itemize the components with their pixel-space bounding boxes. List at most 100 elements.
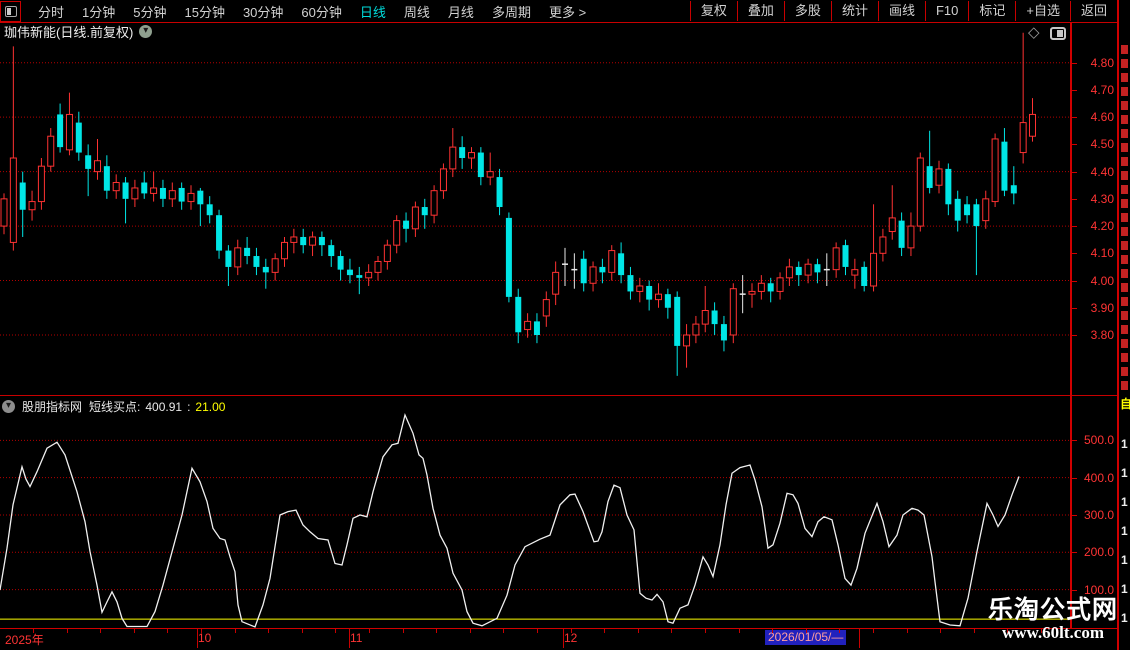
candle: [814, 258, 821, 284]
candle: [290, 228, 298, 254]
period-tab-分时[interactable]: 分时: [29, 2, 73, 21]
indicator-value: 400.91: [145, 399, 183, 414]
candle: [318, 231, 325, 257]
menu-item-标记[interactable]: 标记: [968, 1, 1015, 21]
app-window: 分时 1分钟 5分钟 15分钟 30分钟 60分钟 日线 周线 月线 多周期 更多 > 复权 叠加 多股…: [0, 0, 1130, 650]
watermark: 乐淘公式网 www.60lt.com: [988, 597, 1118, 642]
indicator-label: 100.0: [1083, 582, 1114, 597]
clipped-number: 1: [1121, 437, 1128, 451]
indicator-label: 200.0: [1083, 545, 1114, 560]
candle: [683, 324, 691, 368]
candle: [627, 266, 634, 300]
period-tab-1分钟[interactable]: 1分钟: [73, 2, 124, 21]
candle: [374, 256, 382, 281]
panel-divider: [0, 395, 1117, 396]
menu-item-返回[interactable]: 返回: [1069, 1, 1117, 21]
indicator-separator: :: [187, 399, 191, 414]
diamond-icon[interactable]: ◇: [1028, 25, 1040, 40]
candle: [486, 152, 494, 186]
candle: [926, 130, 933, 194]
candle: [439, 163, 447, 199]
candle: [112, 174, 120, 199]
candle: [711, 302, 718, 335]
clipped-number: 1: [1121, 466, 1128, 480]
candle: [150, 171, 158, 202]
candle: [804, 258, 812, 284]
period-tab-60分钟[interactable]: 60分钟: [292, 2, 350, 21]
price-label: 3.90: [1090, 300, 1114, 315]
price-label: 4.20: [1090, 219, 1114, 234]
date-tick: [302, 629, 303, 633]
clipped-number: 1: [1121, 582, 1128, 596]
price-label: 4.00: [1090, 273, 1114, 288]
side-panel-tab[interactable]: 自: [1120, 395, 1130, 412]
price-label: 4.60: [1090, 110, 1114, 125]
layout-toggle-button[interactable]: [0, 0, 21, 22]
panel-split-icon[interactable]: [1049, 26, 1066, 40]
date-tick: [167, 629, 168, 633]
candle: [795, 261, 802, 286]
collapse-chevron-icon[interactable]: ▾: [2, 400, 15, 413]
candle: [159, 179, 166, 208]
candle: [533, 313, 540, 344]
candle: [337, 250, 344, 281]
period-tab-15分钟[interactable]: 15分钟: [175, 2, 233, 21]
candle: [842, 239, 849, 276]
clipped-number: 1: [1121, 553, 1128, 567]
candle: [346, 258, 353, 284]
date-label: 12: [564, 631, 578, 645]
period-tab-多周期[interactable]: 多周期: [483, 2, 540, 21]
period-tab-月线[interactable]: 月线: [439, 2, 483, 21]
candle: [608, 245, 616, 281]
clipped-number: 1: [1121, 495, 1128, 509]
price-label: 4.80: [1090, 55, 1114, 70]
candle: [729, 283, 737, 344]
watermark-title: 乐淘公式网: [988, 596, 1119, 624]
candle: [421, 198, 428, 229]
date-axis: 2026/01/05/— 2025年 10 11 12: [0, 628, 1117, 648]
menu-item-叠加[interactable]: 叠加: [736, 1, 784, 21]
clipped-number: 1: [1121, 611, 1128, 625]
watermark-url: www.60lt.com: [1002, 623, 1104, 642]
period-tab-更多 >[interactable]: 更多 >: [540, 2, 595, 21]
candle: [571, 253, 578, 289]
candle: [785, 258, 793, 286]
candle: [861, 261, 868, 292]
candle: [646, 280, 653, 311]
candle: [870, 204, 878, 292]
date-tick: [806, 629, 807, 633]
candle: [253, 247, 260, 276]
candle: [19, 171, 26, 237]
candle: [916, 152, 924, 232]
menu-item-F10[interactable]: F10: [924, 1, 968, 21]
candle: [57, 103, 64, 153]
candle: [701, 285, 709, 333]
period-tab-日线[interactable]: 日线: [351, 2, 395, 21]
menu-item-+自选[interactable]: +自选: [1015, 1, 1070, 21]
candle: [271, 253, 279, 281]
candle: [496, 168, 503, 216]
candle: [879, 228, 887, 262]
candle: [383, 239, 391, 270]
candle: [65, 92, 73, 156]
month-separator: [859, 629, 860, 648]
candle: [168, 182, 176, 208]
period-tab-5分钟[interactable]: 5分钟: [124, 2, 175, 21]
period-tab-周线[interactable]: 周线: [395, 2, 439, 21]
period-tab-30分钟[interactable]: 30分钟: [234, 2, 292, 21]
candle: [542, 291, 550, 327]
date-tick: [974, 629, 975, 633]
candle: [1001, 128, 1008, 197]
menu-item-多股[interactable]: 多股: [783, 1, 831, 21]
candle: [832, 242, 840, 278]
menu-item-复权[interactable]: 复权: [689, 1, 737, 21]
chevron-down-icon[interactable]: ▾: [139, 25, 153, 38]
menu-item-画线[interactable]: 画线: [877, 1, 925, 21]
candle: [935, 160, 943, 194]
candle: [907, 212, 915, 257]
candle: [618, 242, 625, 284]
candle: [9, 46, 17, 251]
menu-item-统计[interactable]: 统计: [830, 1, 878, 21]
candle: [1029, 98, 1036, 142]
candle: [403, 212, 410, 243]
